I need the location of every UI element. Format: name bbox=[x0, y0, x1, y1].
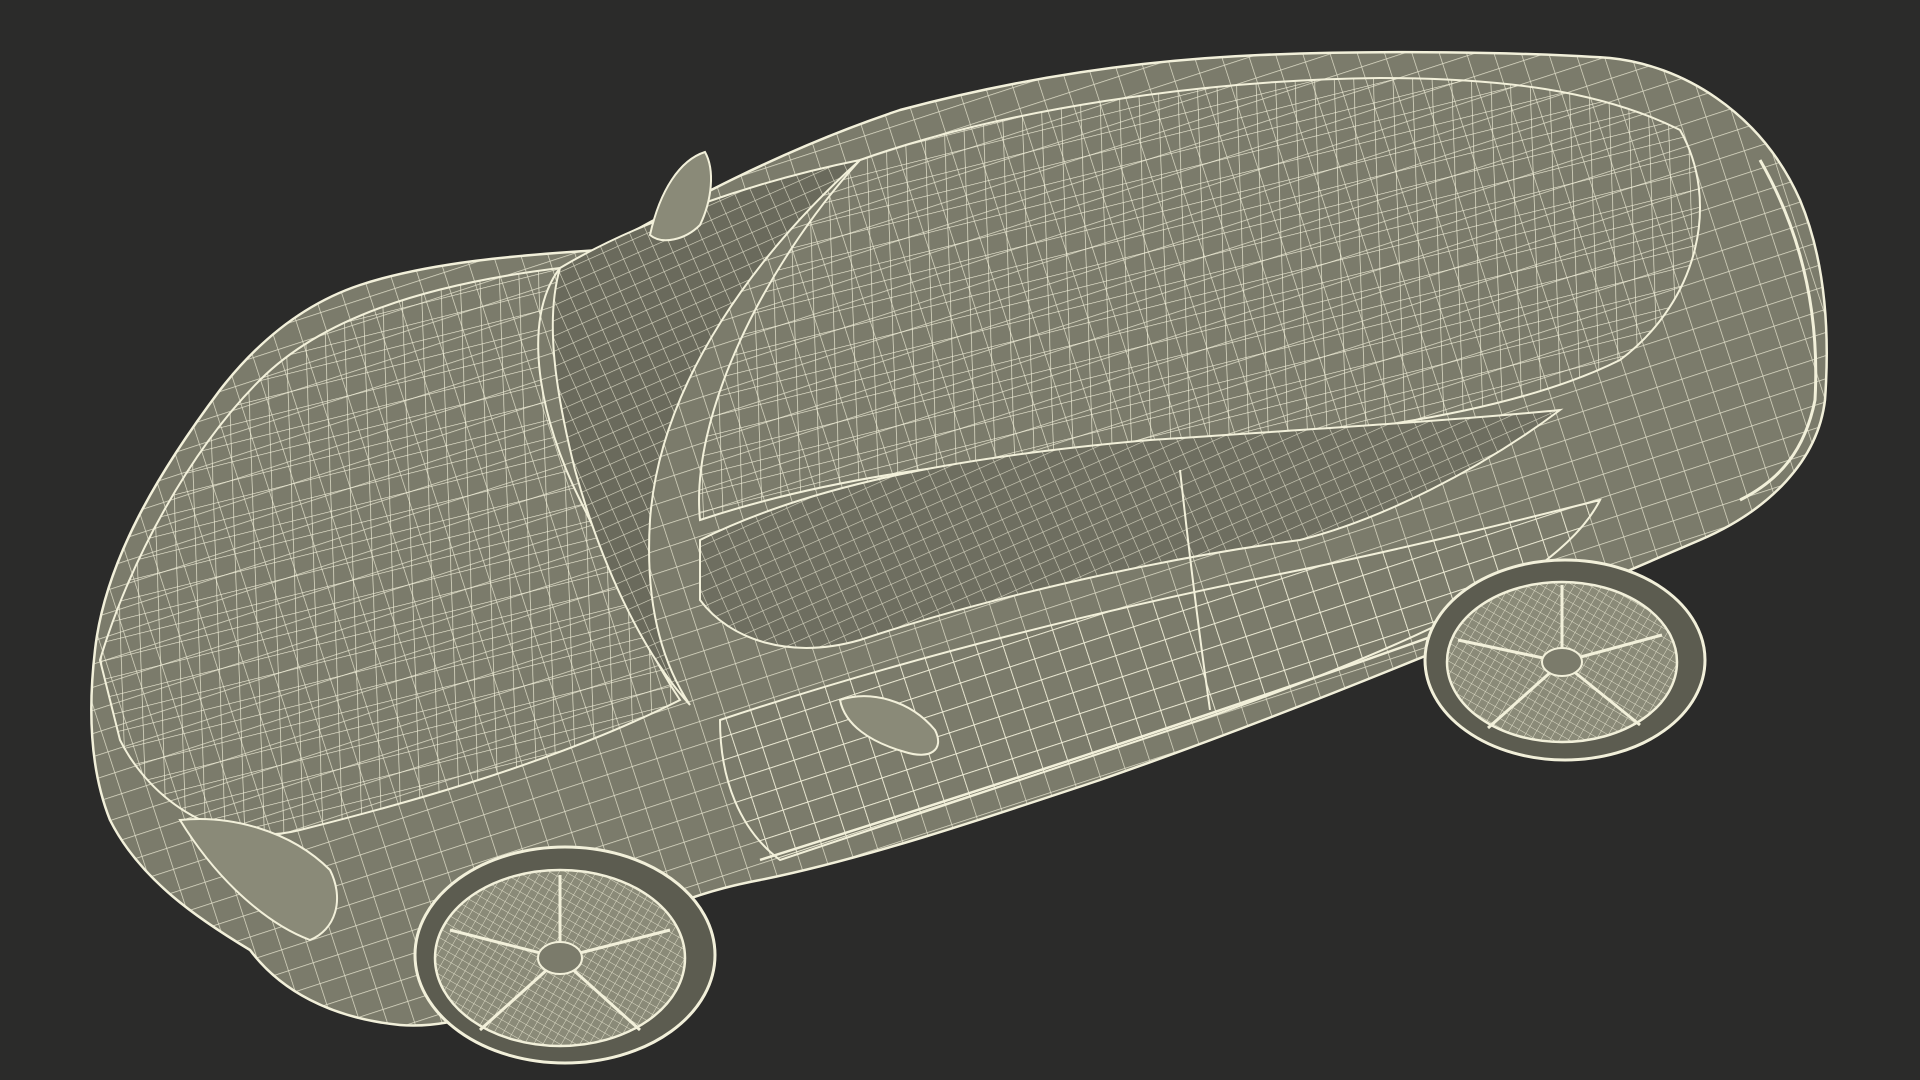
render-viewport bbox=[0, 0, 1920, 1080]
front-wheel bbox=[413, 845, 717, 1065]
front-wheel-hub bbox=[537, 941, 583, 975]
rear-wheel-hub bbox=[1541, 647, 1583, 677]
rear-wheel bbox=[1423, 558, 1707, 762]
car-wireframe-model bbox=[90, 50, 1828, 1065]
